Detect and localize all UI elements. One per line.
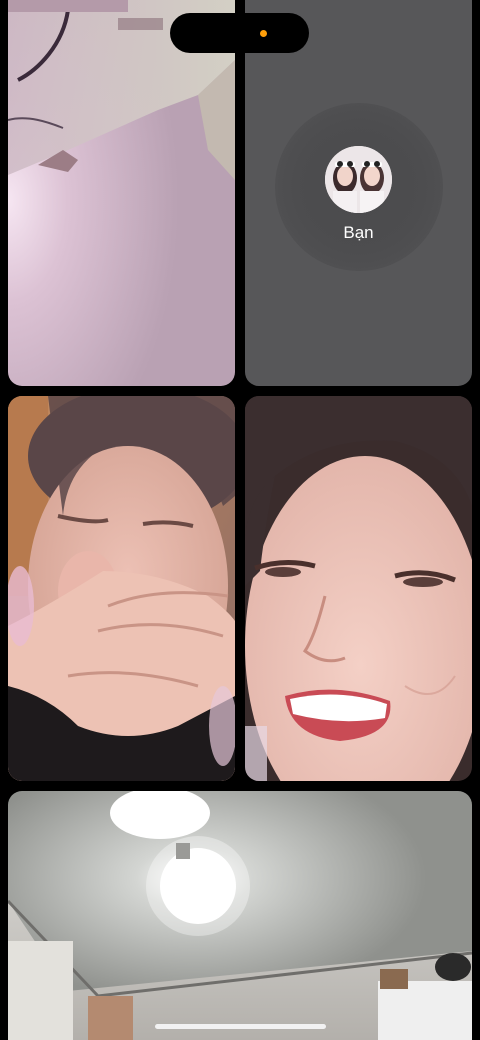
participant-video-feed [8,396,235,781]
participant-video-feed [8,791,472,1040]
home-indicator[interactable] [155,1024,326,1029]
participant-video-tile[interactable] [245,396,472,781]
participant-video-tile[interactable] [8,791,472,1040]
participant-video-tile[interactable] [8,396,235,781]
participant-video-tile[interactable] [8,0,235,386]
camera-indicator-dot-icon [260,30,267,37]
self-video-tile[interactable]: Bạn [245,0,472,386]
group-video-call-screen: Bạn [0,0,480,1040]
self-avatar [325,146,392,213]
dynamic-island [170,13,309,53]
participant-video-feed [8,0,235,386]
self-label: Bạn [343,223,374,242]
participant-video-feed [245,396,472,781]
